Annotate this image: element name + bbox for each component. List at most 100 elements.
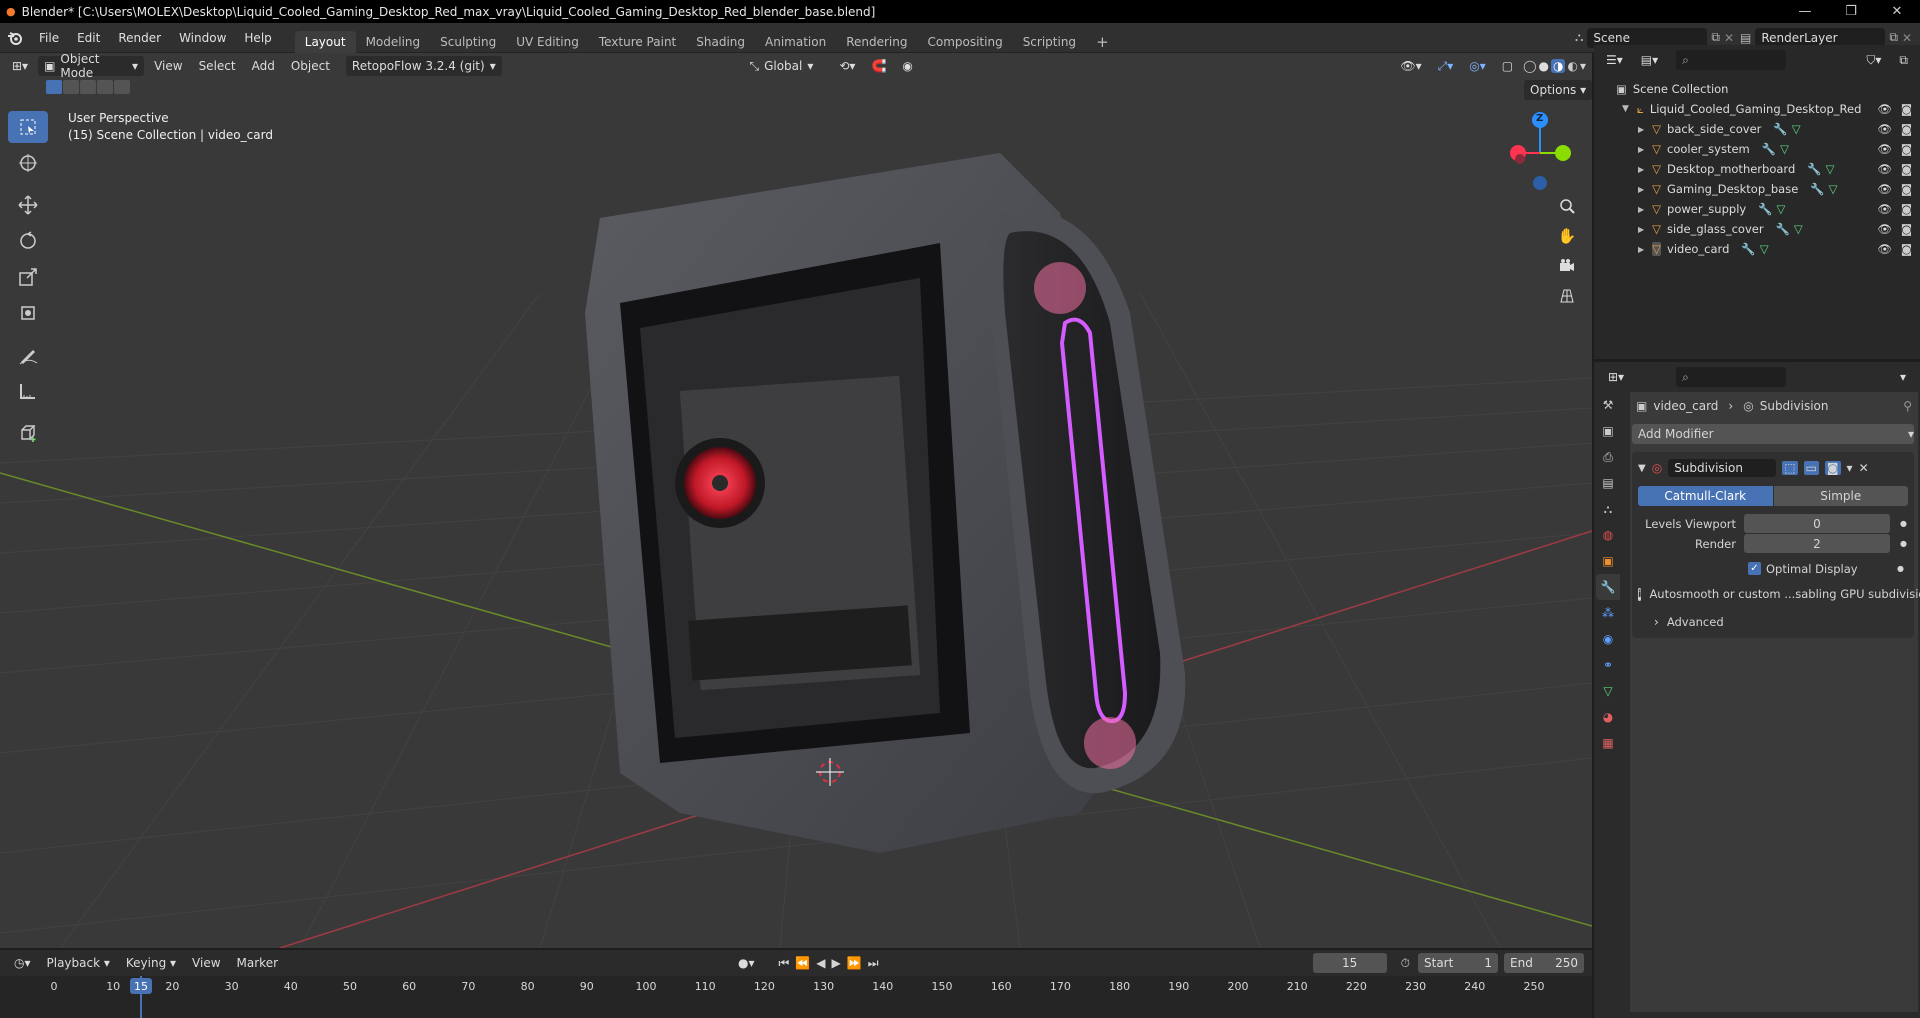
outliner-object-row[interactable]: ▶ ▽ Gaming_Desktop_base 🔧 ▽ 👁 ◙ [1594,179,1920,199]
add-cube-tool-icon[interactable] [8,417,48,449]
eye-icon[interactable]: 👁 [1877,142,1892,156]
orientation-dropdown[interactable]: ⤡ Global ▾ [743,56,819,76]
camera-icon[interactable]: ◙ [1901,122,1912,136]
keying-menu[interactable]: Keying ▾ [120,953,182,973]
close-icon[interactable]: ✕ [1859,461,1869,475]
keyframe-dot-icon[interactable]: ● [1897,564,1904,573]
tab-layout[interactable]: Layout [294,30,356,53]
expand-arrow-icon[interactable]: ▶ [1638,225,1644,234]
simple-button[interactable]: Simple [1773,486,1908,506]
tab-shading[interactable]: Shading [686,31,755,53]
eye-icon[interactable]: 👁 [1877,102,1892,116]
display-mode-icon[interactable]: ▤▾ [1635,50,1664,70]
new-collection-icon[interactable]: ⧉ [1893,50,1914,70]
modifier-name-input[interactable]: Subdivision [1668,459,1777,477]
retopoflow-menu[interactable]: RetopoFlow 3.2.4 (git) ▾ [345,56,502,76]
move-tool-icon[interactable] [8,189,48,221]
scene-icon[interactable]: ⛬ [1575,30,1583,45]
menu-edit[interactable]: Edit [68,23,109,53]
gizmo-toggle-icon[interactable]: ⤢▾ [1432,56,1460,76]
outliner-object-row[interactable]: ▶ ▽ side_glass_cover 🔧 ▽ 👁 ◙ [1594,219,1920,239]
select-extend-icon[interactable] [63,80,79,94]
keyframe-dot-icon[interactable]: ● [1900,519,1907,528]
camera-view-icon[interactable] [1554,253,1580,279]
material-tab-icon[interactable]: ◕ [1596,704,1620,730]
add-modifier-dropdown[interactable]: Add Modifier ▾ [1632,424,1914,444]
viewport-toggle-icon[interactable]: ▭ [1803,461,1819,475]
world-tab-icon[interactable]: ◍ [1596,522,1620,548]
new-scene-icon[interactable]: ⧉ [1711,30,1720,45]
tab-sculpting[interactable]: Sculpting [430,31,506,53]
render-toggle-icon[interactable]: ◙ [1824,461,1841,475]
object-tab-icon[interactable]: ▣ [1596,548,1620,574]
chevron-down-icon[interactable]: ▾ [1894,367,1912,387]
new-view-layer-icon[interactable]: ⧉ [1889,30,1898,45]
pin-icon[interactable]: ⚲ [1903,399,1912,413]
timeline-editor-icon[interactable]: ◷▾ [8,953,37,973]
camera-icon[interactable]: ◙ [1901,242,1912,256]
delete-scene-icon[interactable]: ✕ [1724,31,1734,45]
play-reverse-icon[interactable]: ◀ [816,956,825,970]
view-menu[interactable]: View [148,56,188,76]
levels-viewport-input[interactable]: 0 [1744,514,1890,533]
maximize-button[interactable]: ❐ [1828,0,1874,23]
annotate-tool-icon[interactable] [8,339,48,371]
play-icon[interactable]: ▶ [832,956,841,970]
add-workspace-icon[interactable]: + [1086,31,1119,53]
eye-icon[interactable]: 👁 [1877,182,1892,196]
select-menu[interactable]: Select [193,56,242,76]
select-subtract-icon[interactable] [80,80,96,94]
outliner-object-row[interactable]: ▶ ▽ power_supply 🔧 ▽ 👁 ◙ [1594,199,1920,219]
options-dropdown[interactable]: Options ▾ [1524,80,1592,100]
zoom-icon[interactable] [1554,193,1580,219]
data-tab-icon[interactable]: ▽ [1596,678,1620,704]
rendered-shading-icon[interactable]: ◐ [1567,59,1577,73]
measure-tool-icon[interactable] [8,375,48,407]
start-frame-input[interactable]: Start 1 [1418,953,1498,973]
modifier-tab-icon[interactable]: 🔧 [1596,574,1620,600]
eye-icon[interactable]: 👁 [1877,122,1892,136]
minimize-button[interactable]: — [1782,0,1828,23]
menu-help[interactable]: Help [235,23,280,53]
auto-key-icon[interactable]: ●▾ [732,953,761,973]
scene-tab-icon[interactable]: ⛬ [1596,496,1620,522]
wireframe-shading-icon[interactable]: ◯ [1523,59,1536,73]
view-layer-icon[interactable]: ▤ [1740,31,1751,45]
keyframe-dot-icon[interactable]: ● [1900,539,1907,548]
scale-tool-icon[interactable] [8,261,48,293]
marker-menu[interactable]: Marker [231,953,284,973]
3d-viewport[interactable]: Z ⊞▾ ▣ Object Mode ▾ View Select Add Objec… [0,53,1592,948]
jump-end-icon[interactable]: ⏭ [868,956,879,971]
tab-scripting[interactable]: Scripting [1013,31,1086,53]
advanced-subpanel[interactable]: › Advanced [1638,612,1908,632]
scene-collection-row[interactable]: ▣ Scene Collection [1594,79,1920,99]
tab-modeling[interactable]: Modeling [356,31,431,53]
overlay-toggle-icon[interactable]: ◎▾ [1463,56,1492,76]
transform-tool-icon[interactable] [8,297,48,329]
expand-arrow-icon[interactable]: ▶ [1638,245,1644,254]
tab-compositing[interactable]: Compositing [917,31,1012,53]
eye-icon[interactable]: 👁 [1877,162,1892,176]
menu-file[interactable]: File [30,23,68,53]
playhead-frame[interactable]: 15 [130,978,152,994]
select-box-tool-icon[interactable] [8,111,48,143]
camera-icon[interactable]: ◙ [1901,182,1912,196]
edit-mode-toggle-icon[interactable]: ⬚ [1782,461,1798,475]
expand-arrow-icon[interactable]: ▶ [1638,205,1644,214]
outliner-object-row[interactable]: ▶ ▽ cooler_system 🔧 ▽ 👁 ◙ [1594,139,1920,159]
expand-arrow-icon[interactable]: ▼ [1622,104,1629,114]
output-tab-icon[interactable]: ⎙ [1596,444,1620,470]
tab-animation[interactable]: Animation [755,31,836,53]
visibility-icon[interactable]: 👁▾ [1394,56,1427,76]
chevron-down-icon[interactable]: ▾ [1580,59,1586,73]
pivot-icon[interactable]: ⟲▾ [833,56,861,76]
outliner-object-row[interactable]: ▶ ▽ video_card 🔧 ▽ 👁 ◙ [1594,239,1920,259]
tool-tab-icon[interactable]: ⚒ [1596,392,1620,418]
rotate-tool-icon[interactable] [8,225,48,257]
camera-icon[interactable]: ◙ [1901,102,1912,116]
constraints-tab-icon[interactable]: ⚭ [1596,652,1620,678]
outliner-editor-icon[interactable]: ☰▾ [1600,50,1629,70]
render-tab-icon[interactable]: ▣ [1596,418,1620,444]
select-new-icon[interactable] [46,80,62,94]
properties-search-input[interactable]: ⌕ [1676,367,1787,387]
